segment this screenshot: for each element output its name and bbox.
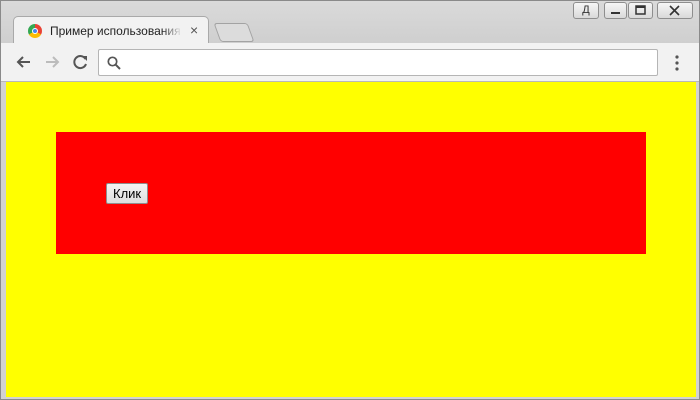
minimize-icon <box>611 12 620 14</box>
browser-window: Пример использования jQuery × Д <box>0 0 700 400</box>
tab-close-icon[interactable]: × <box>190 22 198 38</box>
address-bar[interactable] <box>98 49 658 76</box>
red-container: Клик <box>56 132 646 254</box>
maximize-icon <box>635 5 646 15</box>
maximize-button[interactable] <box>628 2 653 19</box>
click-button[interactable]: Клик <box>106 183 149 204</box>
profile-label: Д <box>582 4 590 16</box>
reload-icon[interactable] <box>69 51 91 73</box>
chrome-favicon-icon <box>28 24 42 38</box>
new-tab-button[interactable] <box>213 23 255 42</box>
close-icon <box>669 5 680 16</box>
tab-title: Пример использования jQuery <box>50 24 182 38</box>
page-viewport: Клик <box>6 82 696 397</box>
back-arrow-icon[interactable] <box>13 51 35 73</box>
window-close-button[interactable] <box>657 2 693 19</box>
minimize-button[interactable] <box>604 2 627 19</box>
profile-button[interactable]: Д <box>573 2 599 19</box>
search-icon <box>107 56 121 70</box>
browser-toolbar <box>1 43 699 82</box>
active-tab[interactable]: Пример использования jQuery × <box>13 16 209 44</box>
title-bar: Пример использования jQuery × Д <box>1 1 699 44</box>
menu-kebab-icon[interactable] <box>669 53 685 73</box>
forward-arrow-icon[interactable] <box>41 51 63 73</box>
address-input[interactable] <box>127 53 651 73</box>
